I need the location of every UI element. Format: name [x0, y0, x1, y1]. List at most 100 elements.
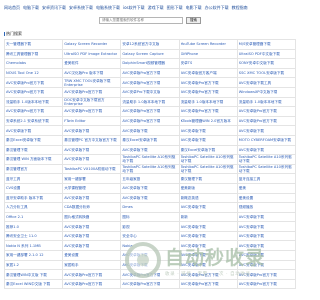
grid-link-cell[interactable]: ToshibaPC VX100A机驱动下载: [63, 164, 122, 175]
grid-link-cell[interactable]: 爱美设置: [63, 251, 122, 261]
grid-link-cell[interactable]: MOTO CYBERFOAM安卓版下载: [237, 135, 296, 146]
grid-link-cell[interactable]: 秦汉管理PC 官方中文版官方下载: [63, 135, 122, 146]
grid-link-cell[interactable]: AVC安卓版Pro官方下载: [63, 87, 122, 98]
grid-link-cell[interactable]: 秦汉管理WIN中文版 下载: [5, 270, 64, 280]
grid-link-cell[interactable]: AVC安卓版Pro官方下载: [5, 107, 64, 117]
grid-link-cell[interactable]: 家用一键部署: [63, 174, 122, 184]
grid-link-cell[interactable]: ToshibaPC Satellite A10系列驱动下载: [179, 155, 238, 165]
grid-link-cell[interactable]: AVC安卓版下载: [121, 183, 180, 194]
grid-link-cell[interactable]: Office 2.1: [5, 212, 64, 223]
grid-link-cell[interactable]: 腾讯工具管理器下载: [5, 49, 64, 60]
grid-link-cell[interactable]: SONY安卓中文版下载: [237, 59, 296, 69]
nav-link[interactable]: 安卓系统下载: [69, 3, 93, 13]
grid-link-cell[interactable]: CVS设置: [5, 183, 64, 194]
grid-link-cell[interactable]: 影视: [121, 222, 180, 232]
grid-link-cell[interactable]: 五年级家庭: [121, 174, 180, 184]
search-input[interactable]: [99, 16, 183, 24]
grid-link-cell[interactable]: AVC安卓版下载: [179, 222, 238, 232]
grid-link-cell[interactable]: 秦汉Excel安卓版下载: [179, 145, 238, 156]
grid-link-cell[interactable]: AVC安卓版下载: [63, 241, 122, 252]
grid-link-cell[interactable]: DOC安卓中文版下载官方 Enterprise: [63, 97, 122, 108]
grid-link-cell[interactable]: 爱美新版: [179, 183, 238, 194]
grid-link-cell[interactable]: AVC安卓版下载: [63, 193, 122, 204]
grid-link-cell[interactable]: AVC安卓Pro下载中文版: [121, 87, 180, 98]
grid-link-cell[interactable]: AVC安卓版Pro官方下载: [237, 279, 296, 290]
nav-link[interactable]: 电脑系统下载: [96, 3, 120, 13]
grid-link-cell[interactable]: AVC安卓版下载: [179, 203, 238, 213]
grid-link-cell[interactable]: YouTube Screen Recorder: [179, 40, 238, 50]
grid-link-cell[interactable]: AVC安卓版下载: [179, 126, 238, 136]
grid-link-cell[interactable]: AVC安卓版官方客户端: [179, 68, 238, 79]
grid-link-cell[interactable]: 秦汉管理下载: [5, 145, 64, 156]
grid-link-cell[interactable]: UltraISO PDF Image Extractor: [63, 49, 122, 60]
grid-link-cell[interactable]: AVC安卓版下载工具: [237, 78, 296, 88]
grid-link-cell[interactable]: 秦汉管理 WIN 方面版本下载: [5, 155, 64, 165]
grid-link-cell[interactable]: UltraISO PDF中文版下载: [237, 49, 296, 60]
grid-link-cell[interactable]: AVC安卓版下载: [237, 145, 296, 156]
grid-link-cell[interactable]: 秦汉Excel安卓版下载: [5, 135, 64, 146]
grid-link-cell[interactable]: 秦汉Excel安卓版下载: [121, 135, 180, 146]
grid-link-cell[interactable]: FTwin Editor: [63, 116, 122, 127]
grid-link-cell[interactable]: 流量助手 1.0版本本地下载: [179, 97, 238, 108]
grid-link-cell[interactable]: 人力分析工具: [5, 203, 64, 213]
grid-link-cell[interactable]: 流量助手 1.0版本本地下载: [5, 97, 64, 108]
grid-link-cell[interactable]: 家用一键部署 2.1.0 12: [5, 251, 64, 261]
grid-link-cell[interactable]: 安卓TS: [179, 59, 238, 69]
grid-link-cell[interactable]: AVC安卓版Pro官方下载: [237, 116, 296, 127]
grid-link-cell[interactable]: 图片格式转换器: [63, 212, 122, 223]
grid-link-cell[interactable]: TRW XMC TOOL安卓版下载 Enterprise: [63, 78, 122, 88]
nav-link[interactable]: 安卓资讯下载: [42, 3, 66, 13]
grid-link-cell[interactable]: AVC安卓版下载: [63, 126, 122, 136]
grid-link-cell[interactable]: Chemolabs: [5, 59, 64, 69]
grid-link-cell[interactable]: Nokia N 系列 1.1MB: [5, 241, 64, 252]
grid-link-cell[interactable]: AVC安卓版Pro官方下载: [237, 107, 296, 117]
nav-link[interactable]: ios软件下载: [123, 3, 145, 13]
grid-link-cell[interactable]: AVC安卓版Pro官方下载: [179, 87, 238, 98]
grid-link-cell[interactable]: AVC安卓版Pro官方下载: [121, 68, 180, 79]
grid-link-cell[interactable]: 视频播放: [237, 203, 296, 213]
grid-link-cell[interactable]: 爱美设置: [237, 193, 296, 204]
nav-link[interactable]: 教程指南: [232, 3, 248, 13]
grid-link-cell[interactable]: AVC安卓版Pro官方下载: [179, 279, 238, 290]
grid-link-cell[interactable]: 家居1.2: [5, 260, 64, 271]
grid-link-cell[interactable]: 大学课程管理: [63, 183, 122, 194]
grid-link-cell[interactable]: 爱美软件: [63, 59, 122, 69]
grid-link-cell[interactable]: Galaxy Screen Capture: [121, 49, 180, 60]
grid-link-cell[interactable]: ToshibaPC Satellite A10系列驱动下载: [237, 164, 296, 175]
grid-link-cell[interactable]: 腾讯安全卫士 11.0: [5, 231, 64, 242]
grid-link-cell[interactable]: 蓝牙安卓助手 版本下载: [5, 193, 64, 204]
grid-link-cell[interactable]: AVC安卓版下载: [237, 222, 296, 232]
grid-link-cell[interactable]: AVC安卓版Pro官方下载: [5, 78, 64, 88]
grid-link-cell[interactable]: AVC安卓版下载: [179, 135, 238, 146]
grid-link-cell[interactable]: 爱美: [237, 183, 296, 194]
grid-link-cell[interactable]: ToshibaPC Satellite A10系列驱动下载: [179, 164, 238, 175]
grid-link-cell[interactable]: 推荐1.0: [5, 222, 64, 232]
grid-link-cell[interactable]: SSC XMC TOOL安卓版下载: [237, 68, 296, 79]
grid-link-cell[interactable]: AVC安卓版Pro官方下载: [63, 107, 122, 117]
nav-link[interactable]: 图形下载: [167, 3, 183, 13]
grid-link-cell[interactable]: AVC安卓版Pro官方下载: [63, 279, 122, 290]
grid-link-cell[interactable]: AVC安卓版下载: [63, 155, 122, 165]
grid-link-cell[interactable]: AVC安卓版Pro官方下载: [179, 78, 238, 88]
grid-link-cell[interactable]: Dmes: [121, 203, 180, 213]
grid-link-cell[interactable]: M/S安卓管理器下载: [237, 40, 296, 50]
grid-link-cell[interactable]: GiftPhone: [179, 49, 238, 60]
grid-link-cell[interactable]: AVC安卓版Pro官方下载: [121, 279, 180, 290]
nav-link[interactable]: 办公软件下载: [205, 3, 229, 13]
grid-link-cell[interactable]: 安卓12系统官方中文版: [121, 40, 180, 50]
grid-link-cell[interactable]: 新概念英语: [179, 193, 238, 204]
grid-link-cell[interactable]: 流量助手 1.0版本本地下载: [237, 97, 296, 108]
grid-link-cell[interactable]: AVC安卓版下载: [237, 126, 296, 136]
grid-link-cell[interactable]: AVC安卓版Pro官方下载: [121, 116, 180, 127]
grid-link-cell[interactable]: ToshibaPC Satellite A10系列驱动下载: [237, 155, 296, 165]
grid-link-cell[interactable]: AVC安卓版Pro官方下载: [121, 78, 180, 88]
grid-link-cell[interactable]: AVC安卓版下载: [121, 193, 180, 204]
grid-link-cell[interactable]: 家居助手: [63, 260, 122, 271]
grid-link-cell[interactable]: AVC安卓版Pro官方下载: [179, 107, 238, 117]
grid-link-cell[interactable]: WindowsXP中文版下载: [237, 87, 296, 98]
grid-link-cell[interactable]: 蓝牙工具: [5, 174, 64, 184]
grid-link-cell[interactable]: KTools管理器WIN 2.0官方版本: [179, 116, 238, 127]
grid-link-cell[interactable]: AVC安卓版下载: [237, 212, 296, 223]
grid-link-cell[interactable]: ToshibaPC Satellite A10系列驱动下载: [121, 155, 180, 165]
grid-link-cell[interactable]: AVC安卓版Pro官方下载: [5, 87, 64, 98]
